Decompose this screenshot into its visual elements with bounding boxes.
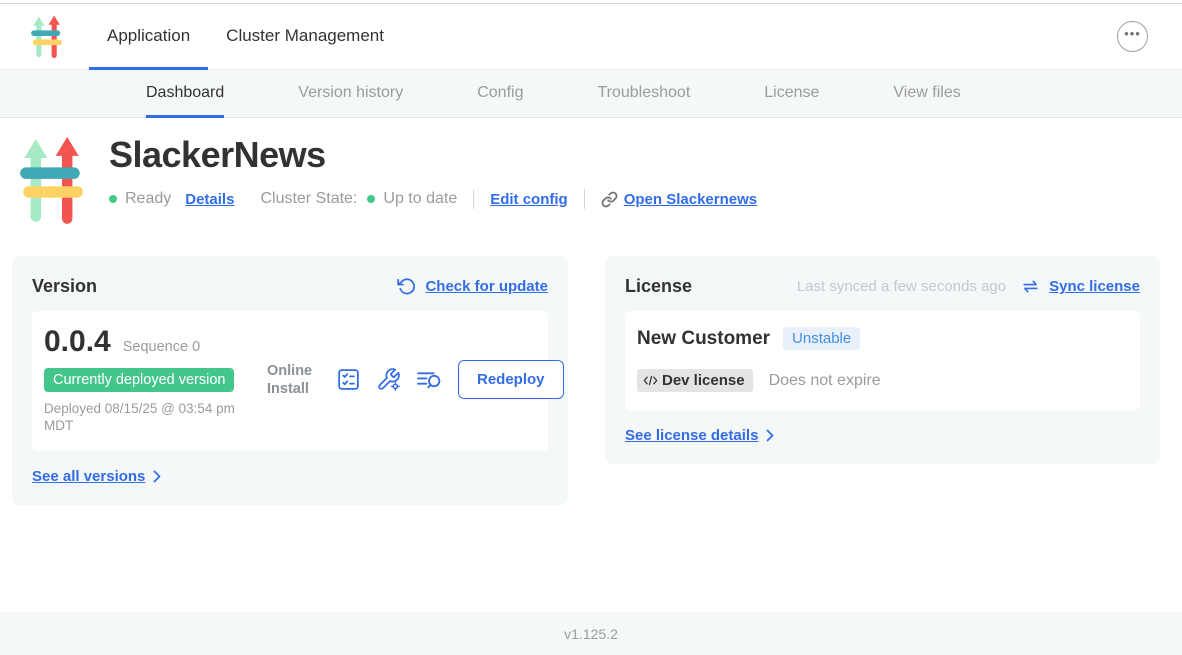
tab-troubleshoot[interactable]: Troubleshoot [597,70,690,118]
see-license-details-label: See license details [625,427,758,444]
version-number: 0.0.4 [44,325,111,359]
deployed-badge: Currently deployed version [44,368,234,392]
version-card: Version Check for update 0.0.4 Sequ [12,256,568,505]
check-for-update-label: Check for update [425,278,548,295]
log-search-icon[interactable] [416,367,443,392]
license-card-header: License Last synced a few seconds ago Sy… [625,276,1140,297]
app-subnav: Dashboard Version history Config Trouble… [0,70,1182,118]
license-type-label: Dev license [662,372,745,389]
see-all-versions-label: See all versions [32,468,145,485]
expiration-text: Does not expire [769,372,881,390]
license-card: License Last synced a few seconds ago Sy… [605,256,1160,464]
version-info: 0.0.4 Sequence 0 Currently deployed vers… [44,325,259,435]
app-status-text: Ready [125,190,171,208]
open-app-link[interactable]: Open Slackernews [601,191,757,208]
app-logo-icon [30,15,63,59]
version-card-title: Version [32,276,97,297]
cluster-state-value: Up to date [383,190,457,208]
deployed-timestamp: Deployed 08/15/25 @ 03:54 pm MDT [44,401,244,435]
last-synced-text: Last synced a few seconds ago [797,278,1006,295]
console-version: v1.125.2 [564,626,618,642]
current-version-panel: 0.0.4 Sequence 0 Currently deployed vers… [32,311,548,451]
customer-row: New Customer Unstable [637,327,1128,350]
license-meta-row: Dev license Does not expire [637,369,1128,392]
status-row: Ready Details Cluster State: Up to date … [109,189,757,209]
version-card-header: Version Check for update [32,276,548,297]
ellipsis-menu-button[interactable]: ••• [1117,21,1148,52]
chevron-right-icon [766,429,774,442]
chevron-right-icon [153,470,161,483]
chain-link-icon [601,191,618,208]
version-actions: Online Install [267,360,564,399]
tab-application[interactable]: Application [89,4,208,70]
sync-license-link[interactable]: Sync license [1049,278,1140,295]
app-logo-large-icon [20,134,83,226]
tab-dashboard[interactable]: Dashboard [146,70,224,118]
app-title-block: SlackerNews Ready Details Cluster State:… [109,134,757,226]
license-head-right: Last synced a few seconds ago Sync licen… [797,278,1140,295]
see-all-versions-link[interactable]: See all versions [32,468,548,485]
license-card-title: License [625,276,692,297]
license-type-badge: Dev license [637,369,753,392]
tab-version-history[interactable]: Version history [298,70,403,118]
dashboard-cards: Version Check for update 0.0.4 Sequ [12,256,1160,505]
app-status-dot-icon [109,195,117,203]
license-panel: New Customer Unstable Dev license Does n… [625,311,1140,410]
main-content: SlackerNews Ready Details Cluster State:… [0,118,1182,612]
header-right: ••• [1117,4,1182,69]
divider [584,189,585,209]
preflight-checklist-icon[interactable] [336,367,361,392]
redeploy-button[interactable]: Redeploy [458,360,564,399]
tab-view-files[interactable]: View files [893,70,960,118]
check-for-update-link[interactable]: Check for update [397,277,548,296]
channel-badge: Unstable [783,327,860,350]
refresh-icon [397,277,416,296]
sequence-label: Sequence 0 [123,339,200,355]
divider [473,189,474,209]
edit-config-link[interactable]: Edit config [490,191,568,208]
page-title: SlackerNews [109,134,757,176]
customer-name: New Customer [637,328,770,350]
cluster-state-label: Cluster State: [260,190,357,208]
sync-arrows-icon [1021,278,1040,295]
footer: v1.125.2 [0,612,1182,655]
app-header: SlackerNews Ready Details Cluster State:… [0,118,1182,226]
install-type-label: Online Install [267,362,321,398]
details-link[interactable]: Details [185,191,234,208]
wrench-gear-icon[interactable] [376,367,401,392]
see-license-details-link[interactable]: See license details [625,427,1140,444]
top-nav: Application Cluster Management ••• [0,4,1182,70]
tab-cluster-management[interactable]: Cluster Management [208,4,402,70]
tab-config[interactable]: Config [477,70,523,118]
tab-license[interactable]: License [764,70,819,118]
code-icon [643,375,658,386]
open-app-link-label: Open Slackernews [624,191,757,208]
cluster-state-dot-icon [367,195,375,203]
